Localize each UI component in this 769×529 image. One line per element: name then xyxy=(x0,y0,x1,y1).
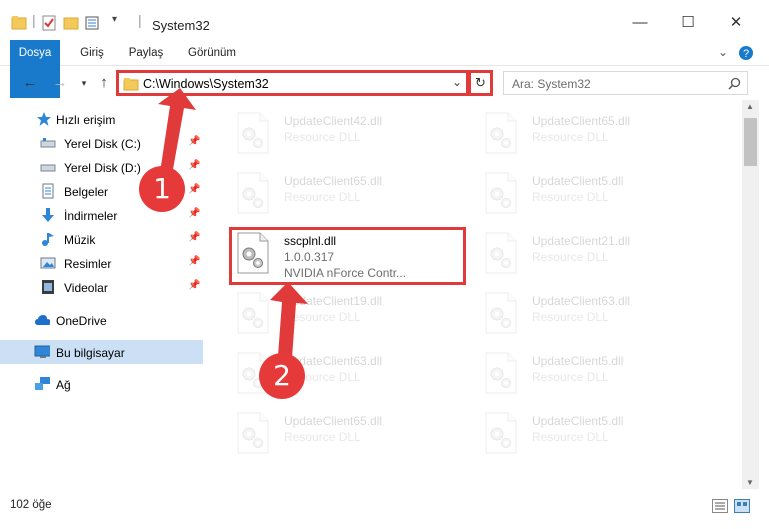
annotation-arrows xyxy=(158,88,308,358)
callout-2: 2 xyxy=(259,353,305,399)
arrow-2 xyxy=(270,282,308,358)
callout-1: 1 xyxy=(139,166,185,212)
